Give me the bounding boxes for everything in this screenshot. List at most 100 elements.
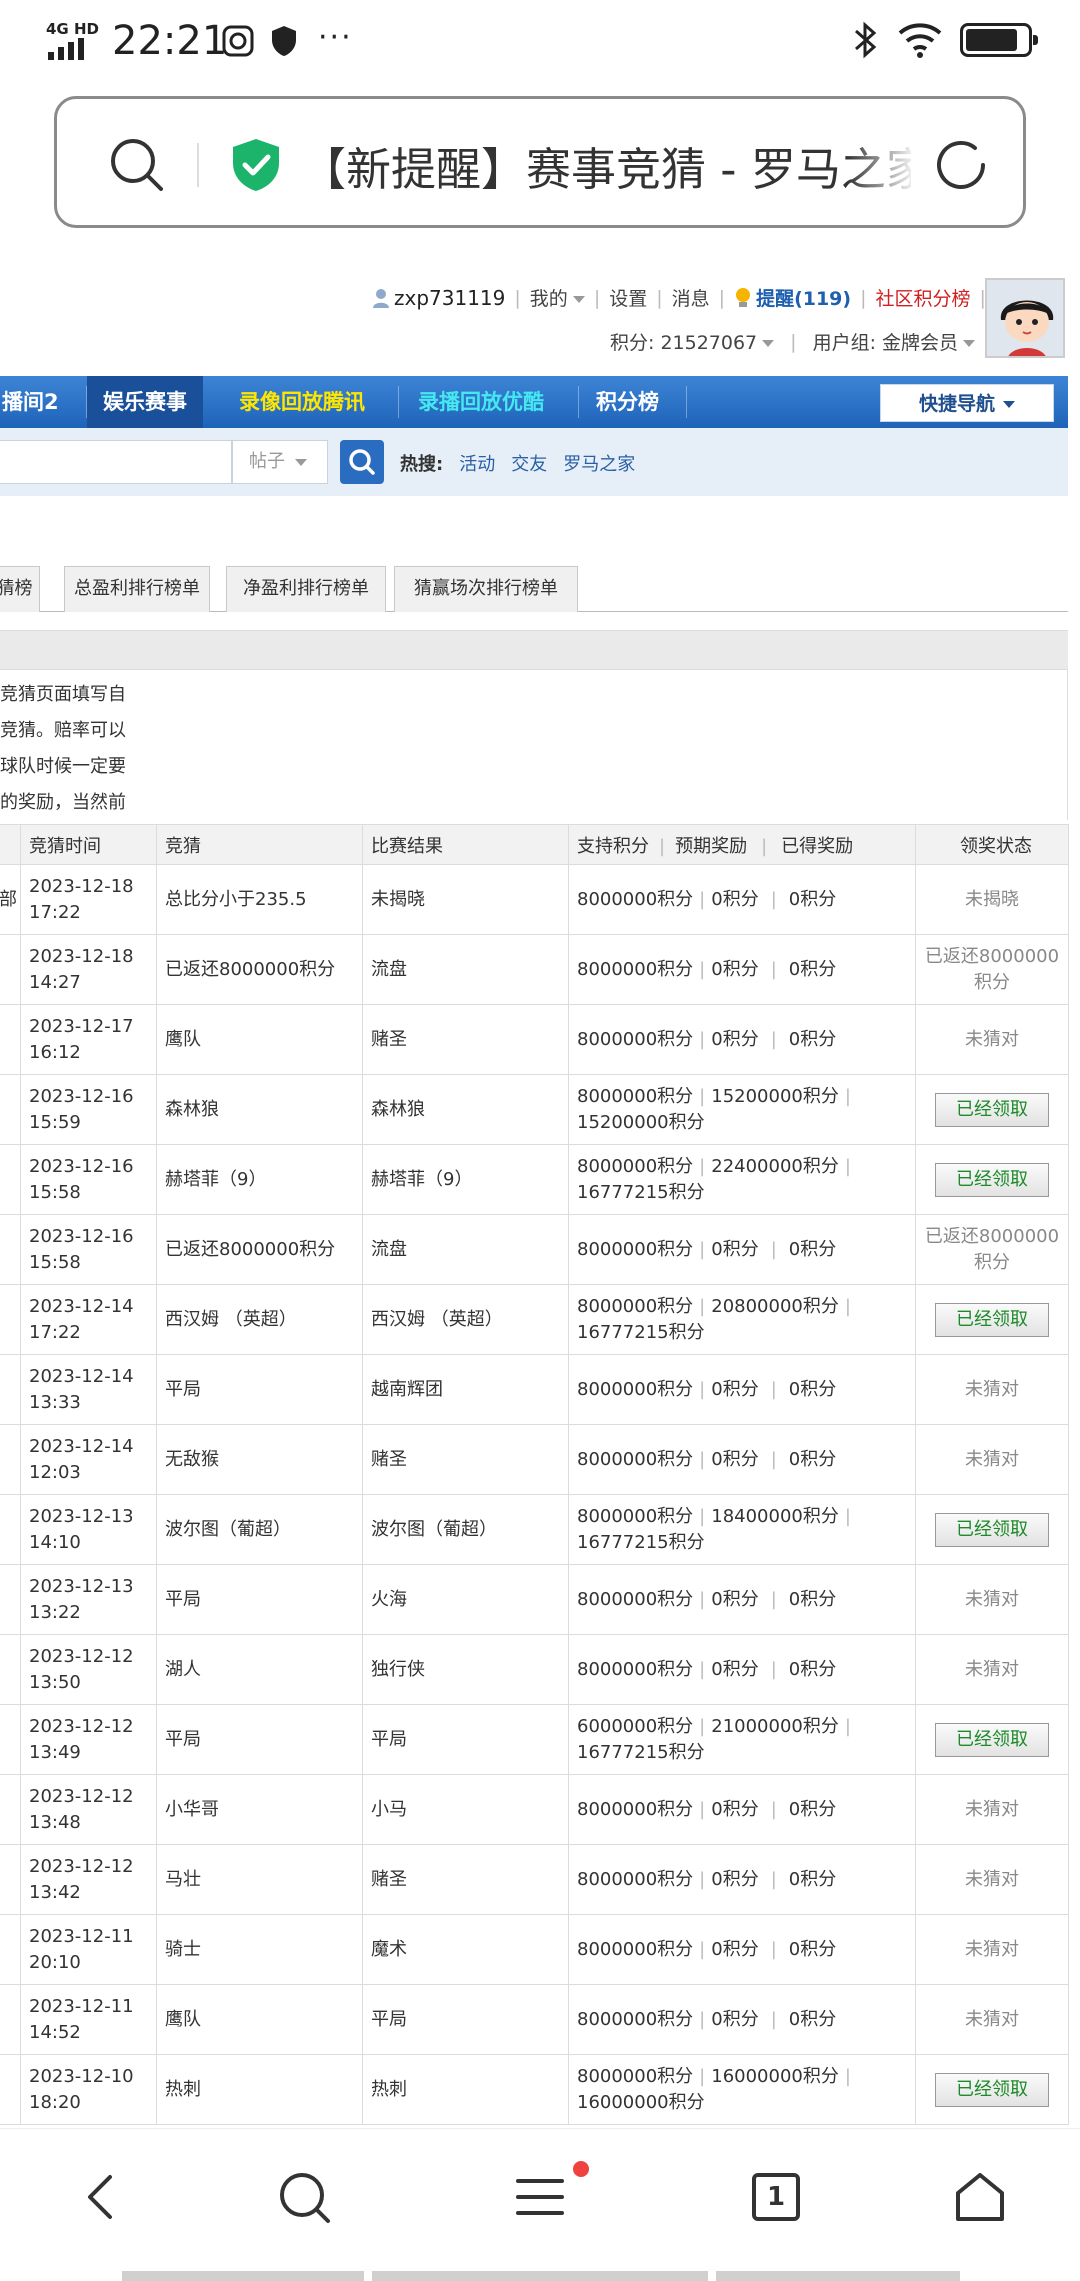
result-cell: 独行侠 [362, 1634, 569, 1705]
battery-icon [960, 23, 1038, 57]
tab-net-profit[interactable]: 净盈利排行榜单 [226, 566, 386, 612]
messages-link[interactable]: 消息 [672, 284, 710, 311]
time-cell: 2023-12-10 18:20 [20, 2054, 157, 2125]
status-cell: 已经领取 [915, 1074, 1069, 1145]
time-cell: 2023-12-12 13:49 [20, 1704, 157, 1775]
guess-cell: 西汉姆 （英超） [156, 1284, 363, 1355]
hot-search-label: 热搜: [400, 454, 444, 475]
notification-dot [573, 2161, 589, 2177]
points-cell: 8000000积分 | 18400000积分 | 16777215积分 [568, 1494, 916, 1565]
chevron-down-icon [1003, 401, 1015, 408]
time-cell: 2023-12-13 14:10 [20, 1494, 157, 1565]
search-bar: 帖子 热搜: 活动 交友 罗马之家 [0, 428, 1068, 496]
community-rank-link[interactable]: 社区积分榜 [876, 284, 971, 311]
result-cell: 流盘 [362, 934, 569, 1005]
search-icon[interactable] [107, 135, 167, 195]
table-row: 2023-12-10 18:20 热刺 热刺 8000000积分 | 16000000积分 |… [0, 2054, 1069, 2125]
hot-link-roma-home[interactable]: 罗马之家 [563, 450, 635, 476]
status-text: 未猜对 [915, 1914, 1069, 1985]
status-text: 已返还8000000积分 [915, 1214, 1069, 1285]
cut-cell: 部 [0, 864, 21, 935]
my-menu[interactable]: 我的 [530, 284, 585, 311]
search-button[interactable] [340, 440, 384, 484]
claimed-button[interactable]: 已经领取 [935, 1512, 1049, 1547]
search-icon [349, 449, 375, 475]
claimed-button[interactable]: 已经领取 [935, 1092, 1049, 1127]
time-cell: 2023-12-12 13:48 [20, 1774, 157, 1845]
avatar[interactable] [985, 278, 1065, 358]
guess-cell: 平局 [156, 1354, 363, 1425]
status-text: 未猜对 [915, 1774, 1069, 1845]
quick-nav-button[interactable]: 快捷导航 [880, 384, 1054, 422]
time-cell: 2023-12-12 13:50 [20, 1634, 157, 1705]
guess-cell: 湖人 [156, 1634, 363, 1705]
hot-link-friends[interactable]: 交友 [511, 450, 547, 476]
search-icon[interactable] [274, 2167, 334, 2227]
time-cell: 2023-12-14 17:22 [20, 1284, 157, 1355]
table-row: 2023-12-14 17:22 西汉姆 （英超） 西汉姆 （英超） 8000000积分… [0, 1284, 1069, 1355]
hot-link-activity[interactable]: 活动 [459, 450, 495, 476]
table-row: 2023-12-17 16:12 鹰队 赌圣 8000000积分 | 0积分 | 0积分 未猜对 [0, 1004, 1069, 1075]
guess-cell: 已返还8000000积分 [156, 934, 363, 1005]
security-notification-icon [272, 26, 296, 56]
home-icon[interactable] [950, 2167, 1010, 2227]
points-cell: 8000000积分 | 0积分 | 0积分 [568, 1914, 916, 1985]
guess-cell: 波尔图（葡超） [156, 1494, 363, 1565]
table-row: 2023-12-16 15:58 已返还8000000积分 流盘 8000000积分 | 0… [0, 1214, 1069, 1285]
chevron-down-icon [963, 340, 976, 347]
user-icon [373, 288, 389, 308]
bluetooth-icon [855, 21, 877, 59]
status-cell: 已经领取 [915, 1284, 1069, 1355]
claimed-button[interactable]: 已经领取 [935, 1162, 1049, 1197]
table-row: 2023-12-18 14:27 已返还8000000积分 流盘 8000000积分 | 0… [0, 934, 1069, 1005]
reminders-link[interactable]: 提醒(119) [734, 284, 851, 311]
points-cell: 8000000积分 | 0积分 | 0积分 [568, 1774, 916, 1845]
status-text: 未猜对 [915, 1634, 1069, 1705]
reload-icon[interactable] [933, 135, 993, 195]
result-cell: 火海 [362, 1564, 569, 1635]
nav-item-points-rank[interactable]: 积分榜 [580, 376, 675, 428]
guess-cell: 森林狼 [156, 1074, 363, 1145]
page-title[interactable]: 【新提醒】赛事竞猜 - 罗马之家 [301, 133, 911, 198]
tab-win-count[interactable]: 猜赢场次排行榜单 [394, 566, 578, 612]
ranking-tabs: 猜榜 总盈利排行榜单 净盈利排行榜单 猜赢场次排行榜单 [0, 562, 1068, 612]
tab-total-profit[interactable]: 总盈利排行榜单 [64, 566, 210, 612]
user-group-menu[interactable]: 用户组: 金牌会员 [813, 328, 976, 355]
table-row: 2023-12-11 20:10 骑士 魔术 8000000积分 | 0积分 | 0积分 未猜对 [0, 1914, 1069, 1985]
chevron-down-icon [572, 296, 585, 303]
points-cell: 8000000积分 | 0积分 | 0积分 [568, 1844, 916, 1915]
search-input[interactable] [0, 440, 232, 484]
search-type-select[interactable]: 帖子 [232, 440, 328, 484]
table-row: 2023-12-12 13:49 平局 平局 6000000积分 | 21000000积分 |… [0, 1704, 1069, 1775]
nav-item-stream2[interactable]: 播间2 [0, 376, 75, 428]
table-row: 2023-12-12 13:50 湖人 独行侠 8000000积分 | 0积分 | 0积分 未猜对 [0, 1634, 1069, 1705]
notice-text: 竞猜页面填写自 竞猜。赔率可以 球队时候一定要 的奖励，当然前 [0, 670, 1068, 820]
result-cell: 赫塔菲（9） [362, 1144, 569, 1215]
back-icon[interactable] [72, 2167, 132, 2227]
points-menu[interactable]: 积分: 21527067 [610, 328, 775, 355]
guess-cell: 马壮 [156, 1844, 363, 1915]
address-bar[interactable]: 【新提醒】赛事竞猜 - 罗马之家 [54, 96, 1026, 228]
table-row: 2023-12-14 12:03 无敌猴 赌圣 8000000积分 | 0积分 | 0积分 未猜对 [0, 1424, 1069, 1495]
time-cell: 2023-12-16 15:59 [20, 1074, 157, 1145]
tabs-button[interactable]: 1 [752, 2173, 800, 2221]
time-cell: 2023-12-12 13:42 [20, 1844, 157, 1915]
shield-icon [233, 139, 279, 191]
points-cell: 6000000积分 | 21000000积分 | 16777215积分 [568, 1704, 916, 1775]
nav-item-entertainment[interactable]: 娱乐赛事 [87, 376, 203, 428]
nav-item-replay-youku[interactable]: 录播回放优酷 [402, 376, 560, 428]
claimed-button[interactable]: 已经领取 [935, 1302, 1049, 1337]
result-cell: 越南辉团 [362, 1354, 569, 1425]
settings-link[interactable]: 设置 [609, 284, 647, 311]
tab-guess-rank[interactable]: 猜榜 [0, 566, 40, 612]
result-cell: 未揭晓 [362, 864, 569, 935]
menu-icon[interactable] [510, 2167, 570, 2227]
claimed-button[interactable]: 已经领取 [935, 2072, 1049, 2107]
status-text: 未猜对 [915, 1354, 1069, 1425]
claimed-button[interactable]: 已经领取 [935, 1722, 1049, 1757]
points-cell: 8000000积分 | 20800000积分 | 16777215积分 [568, 1284, 916, 1355]
username-link[interactable]: zxp731119 [372, 286, 505, 310]
time-cell: 2023-12-16 15:58 [20, 1214, 157, 1285]
nav-item-replay-tencent[interactable]: 录像回放腾讯 [223, 376, 381, 428]
points-cell: 8000000积分 | 0积分 | 0积分 [568, 1214, 916, 1285]
